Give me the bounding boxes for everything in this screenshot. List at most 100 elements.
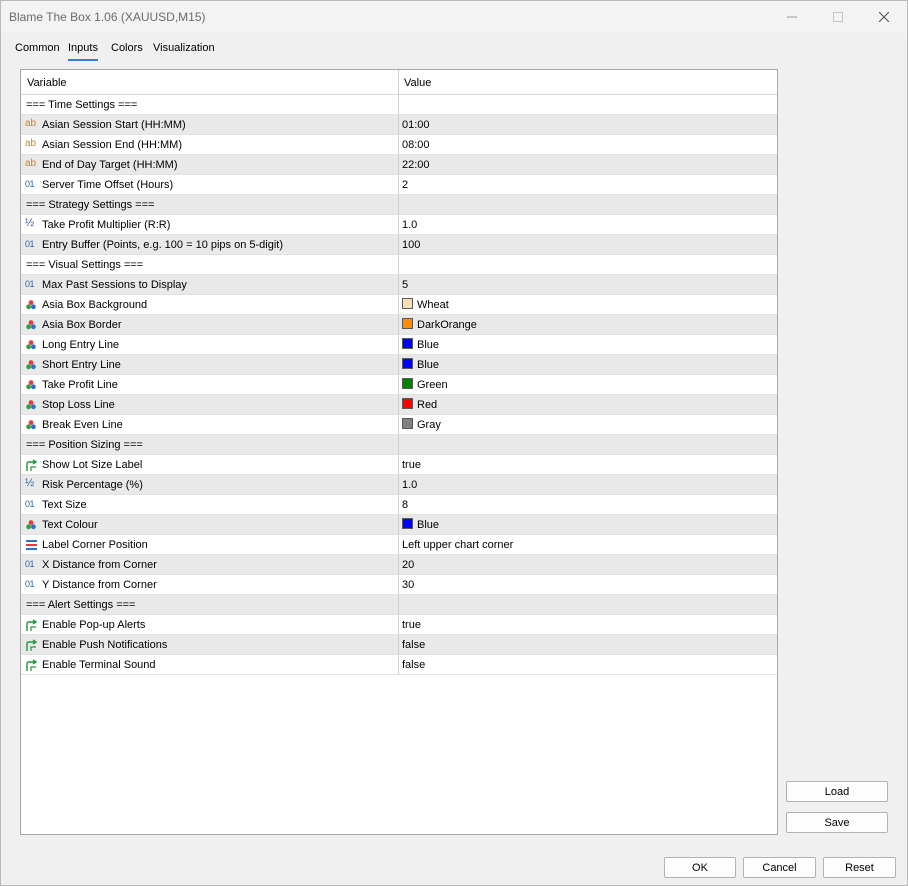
value-cell[interactable]: 08:00 [399, 135, 777, 154]
section-row[interactable]: === Visual Settings === [21, 255, 777, 275]
window-title: Blame The Box 1.06 (XAUUSD,M15) [9, 10, 206, 24]
value-cell[interactable]: DarkOrange [399, 315, 777, 334]
table-row[interactable]: Enable Pop-up Alerts true [21, 615, 777, 635]
tab-visualization[interactable]: Visualization [153, 39, 215, 59]
cancel-button[interactable]: Cancel [743, 857, 816, 878]
title-bar[interactable]: Blame The Box 1.06 (XAUUSD,M15) [1, 1, 907, 33]
section-row[interactable]: === Time Settings === [21, 95, 777, 115]
variable-cell: Asia Box Background [21, 295, 399, 314]
tab-colors[interactable]: Colors [111, 39, 143, 59]
boolean-arrow-icon [25, 459, 39, 471]
table-row[interactable]: Short Entry Line Blue [21, 355, 777, 375]
table-row[interactable]: ab Asian Session Start (HH:MM) 01:00 [21, 115, 777, 135]
value-cell[interactable]: Blue [399, 335, 777, 354]
table-row[interactable]: Long Entry Line Blue [21, 335, 777, 355]
table-row[interactable]: 01 Entry Buffer (Points, e.g. 100 = 10 pi… [21, 235, 777, 255]
variable-label: === Time Settings === [26, 99, 138, 111]
table-row[interactable]: Take Profit Line Green [21, 375, 777, 395]
integer-icon: 01 [25, 239, 35, 249]
table-row[interactable]: Enable Terminal Sound false [21, 655, 777, 675]
value-cell[interactable]: Blue [399, 515, 777, 534]
value-cell[interactable]: 20 [399, 555, 777, 574]
section-row[interactable]: === Position Sizing === [21, 435, 777, 455]
value-cell[interactable]: Red [399, 395, 777, 414]
color-swatch [402, 398, 413, 409]
variable-cell: 01 Server Time Offset (Hours) [21, 175, 399, 194]
variable-cell: Enable Terminal Sound [21, 655, 399, 674]
value-cell[interactable]: 5 [399, 275, 777, 294]
fraction-icon: ½ [25, 217, 35, 229]
variable-label: Asia Box Border [42, 319, 122, 331]
table-row[interactable]: Asia Box Border DarkOrange [21, 315, 777, 335]
variable-cell: Break Even Line [21, 415, 399, 434]
close-button[interactable] [861, 1, 907, 33]
value-cell[interactable]: Gray [399, 415, 777, 434]
table-row[interactable]: ½ Take Profit Multiplier (R:R) 1.0 [21, 215, 777, 235]
value-cell[interactable] [399, 435, 777, 454]
table-row[interactable]: 01 Server Time Offset (Hours) 2 [21, 175, 777, 195]
value-cell[interactable] [399, 595, 777, 614]
value-cell[interactable]: 2 [399, 175, 777, 194]
table-row[interactable]: ab End of Day Target (HH:MM) 22:00 [21, 155, 777, 175]
minimize-button[interactable] [769, 1, 815, 33]
value-cell[interactable]: 1.0 [399, 475, 777, 494]
variable-cell: ab Asian Session End (HH:MM) [21, 135, 399, 154]
variable-cell: Label Corner Position [21, 535, 399, 554]
integer-icon: 01 [25, 179, 35, 189]
value-cell[interactable]: true [399, 615, 777, 634]
inputs-grid[interactable]: Variable Value === Time Settings === ab As… [20, 69, 778, 835]
value-text: 1.0 [402, 479, 418, 491]
variable-cell: Enable Push Notifications [21, 635, 399, 654]
value-cell[interactable]: Blue [399, 355, 777, 374]
table-row[interactable]: Label Corner Position Left upper chart co… [21, 535, 777, 555]
value-cell[interactable]: Green [399, 375, 777, 394]
variable-label: Risk Percentage (%) [42, 479, 143, 491]
variable-label: Text Size [42, 499, 87, 511]
variable-cell: 01 Y Distance from Corner [21, 575, 399, 594]
table-row[interactable]: ½ Risk Percentage (%) 1.0 [21, 475, 777, 495]
value-cell[interactable]: Left upper chart corner [399, 535, 777, 554]
value-cell[interactable]: 30 [399, 575, 777, 594]
value-cell[interactable]: 1.0 [399, 215, 777, 234]
table-row[interactable]: Text Colour Blue [21, 515, 777, 535]
section-row[interactable]: === Alert Settings === [21, 595, 777, 615]
table-row[interactable]: Stop Loss Line Red [21, 395, 777, 415]
tab-inputs[interactable]: Inputs [68, 39, 98, 61]
variable-label: Take Profit Multiplier (R:R) [42, 219, 171, 231]
variable-cell: Take Profit Line [21, 375, 399, 394]
table-row[interactable]: Show Lot Size Label true [21, 455, 777, 475]
header-variable[interactable]: Variable [27, 77, 67, 89]
variable-label: Asian Session End (HH:MM) [42, 139, 182, 151]
table-row[interactable]: ab Asian Session End (HH:MM) 08:00 [21, 135, 777, 155]
value-cell[interactable] [399, 195, 777, 214]
value-cell[interactable]: Wheat [399, 295, 777, 314]
table-row[interactable]: Asia Box Background Wheat [21, 295, 777, 315]
value-cell[interactable] [399, 255, 777, 274]
value-cell[interactable]: 01:00 [399, 115, 777, 134]
section-row[interactable]: === Strategy Settings === [21, 195, 777, 215]
value-text: Gray [417, 419, 441, 431]
value-cell[interactable] [399, 95, 777, 114]
ok-button[interactable]: OK [664, 857, 736, 878]
save-button[interactable]: Save [786, 812, 888, 833]
tab-common[interactable]: Common [15, 39, 60, 59]
value-cell[interactable]: 8 [399, 495, 777, 514]
maximize-button[interactable] [815, 1, 861, 33]
table-row[interactable]: Enable Push Notifications false [21, 635, 777, 655]
table-row[interactable]: 01 Text Size 8 [21, 495, 777, 515]
value-cell[interactable]: true [399, 455, 777, 474]
fraction-icon: ½ [25, 477, 35, 489]
table-row[interactable]: Break Even Line Gray [21, 415, 777, 435]
load-button[interactable]: Load [786, 781, 888, 802]
reset-button[interactable]: Reset [823, 857, 896, 878]
header-value[interactable]: Value [404, 77, 431, 89]
header-divider[interactable] [398, 70, 399, 94]
value-cell[interactable]: false [399, 655, 777, 674]
value-cell[interactable]: false [399, 635, 777, 654]
variable-cell: === Alert Settings === [21, 595, 399, 614]
table-row[interactable]: 01 X Distance from Corner 20 [21, 555, 777, 575]
value-cell[interactable]: 100 [399, 235, 777, 254]
value-cell[interactable]: 22:00 [399, 155, 777, 174]
table-row[interactable]: 01 Max Past Sessions to Display 5 [21, 275, 777, 295]
table-row[interactable]: 01 Y Distance from Corner 30 [21, 575, 777, 595]
